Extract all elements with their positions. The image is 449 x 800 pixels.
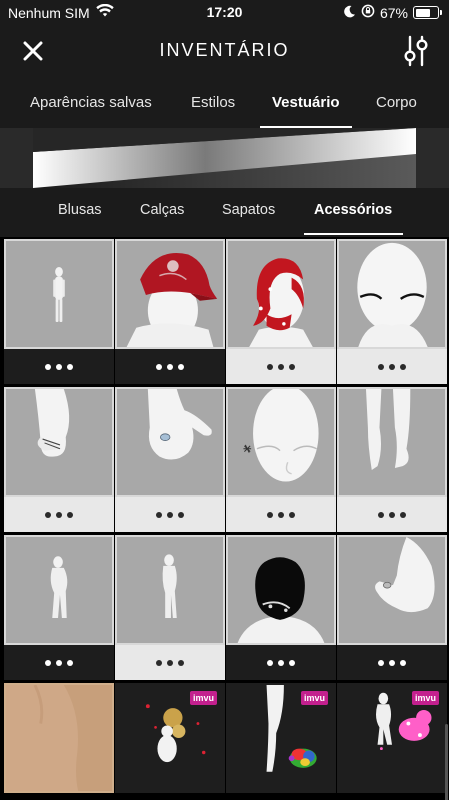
rotation-lock-icon xyxy=(361,4,375,21)
subtab-acessorios[interactable]: Acessórios xyxy=(314,202,392,218)
status-bar: Nenhum SIM 17:20 67% xyxy=(0,0,449,26)
status-right: 67% xyxy=(343,4,442,21)
inventory-item[interactable]: imvu xyxy=(226,683,336,800)
item-thumbnail: imvu xyxy=(115,683,225,793)
item-thumbnail xyxy=(4,387,114,497)
tab-aparencias-salvas[interactable]: Aparências salvas xyxy=(30,94,152,111)
page-title: INVENTÁRIO xyxy=(159,40,290,60)
inventory-item[interactable] xyxy=(226,239,336,384)
item-thumbnail xyxy=(4,535,114,645)
item-options-button[interactable] xyxy=(115,645,225,680)
moon-icon xyxy=(343,5,356,21)
subtab-calcas[interactable]: Calças xyxy=(140,202,184,218)
item-thumbnail: imvu xyxy=(337,683,447,793)
item-options-button[interactable] xyxy=(226,349,336,384)
item-thumbnail xyxy=(4,683,114,793)
inventory-item[interactable] xyxy=(226,535,336,680)
inventory-item[interactable] xyxy=(115,239,225,384)
scrollbar[interactable] xyxy=(445,724,448,800)
header: INVENTÁRIO xyxy=(0,26,449,76)
item-options-button[interactable] xyxy=(4,349,114,384)
item-thumbnail xyxy=(337,535,447,645)
battery-level xyxy=(415,8,430,17)
inventory-item[interactable] xyxy=(337,535,447,680)
filter-button[interactable] xyxy=(401,34,431,68)
sub-tabs: Blusas Calças Sapatos Acessórios xyxy=(0,188,449,235)
item-thumbnail xyxy=(115,387,225,497)
inventory-grid: imvu imvu imvu xyxy=(0,237,449,800)
tab-estilos[interactable]: Estilos xyxy=(191,94,235,111)
gradient-banner xyxy=(33,128,416,188)
imvu-badge: imvu xyxy=(189,691,217,705)
inventory-item[interactable] xyxy=(4,239,114,384)
item-options-button[interactable] xyxy=(226,497,336,532)
subtab-sapatos[interactable]: Sapatos xyxy=(222,202,275,218)
inventory-item[interactable] xyxy=(115,387,225,532)
item-thumbnail xyxy=(226,387,336,497)
battery-percent: 67% xyxy=(379,4,408,21)
item-thumbnail: imvu xyxy=(226,683,336,793)
item-options-button[interactable] xyxy=(337,349,447,384)
item-options-button[interactable] xyxy=(4,497,114,532)
inventory-item[interactable] xyxy=(115,535,225,680)
item-options-button[interactable] xyxy=(115,497,225,532)
item-options-button[interactable] xyxy=(337,497,447,532)
item-thumbnail xyxy=(226,535,336,645)
tab-vestuario[interactable]: Vestuário xyxy=(272,94,340,111)
inventory-item[interactable] xyxy=(4,387,114,532)
item-options-button[interactable] xyxy=(337,645,447,680)
item-options-button[interactable] xyxy=(4,645,114,680)
banner-area xyxy=(0,128,449,188)
item-thumbnail xyxy=(115,239,225,349)
inventory-item[interactable]: imvu xyxy=(337,683,447,800)
imvu-badge: imvu xyxy=(300,691,328,705)
item-thumbnail xyxy=(226,239,336,349)
inventory-item[interactable] xyxy=(226,387,336,532)
item-thumbnail xyxy=(4,239,114,349)
inventory-item[interactable] xyxy=(337,387,447,532)
tab-corpo[interactable]: Corpo xyxy=(376,94,417,111)
subtab-blusas[interactable]: Blusas xyxy=(58,202,102,218)
imvu-badge: imvu xyxy=(411,691,439,705)
battery-icon xyxy=(413,6,442,19)
item-options-button[interactable] xyxy=(226,645,336,680)
inventory-item[interactable] xyxy=(4,535,114,680)
item-options-button[interactable] xyxy=(115,349,225,384)
inventory-item[interactable]: imvu xyxy=(115,683,225,800)
inventory-item[interactable] xyxy=(4,683,114,800)
active-subtab-indicator xyxy=(304,233,403,235)
item-thumbnail xyxy=(337,239,447,349)
item-thumbnail xyxy=(337,387,447,497)
sliders-icon xyxy=(404,35,428,67)
item-thumbnail xyxy=(115,535,225,645)
main-tabs: Aparências salvas Estilos Vestuário Corp… xyxy=(0,82,449,128)
inventory-item[interactable] xyxy=(337,239,447,384)
